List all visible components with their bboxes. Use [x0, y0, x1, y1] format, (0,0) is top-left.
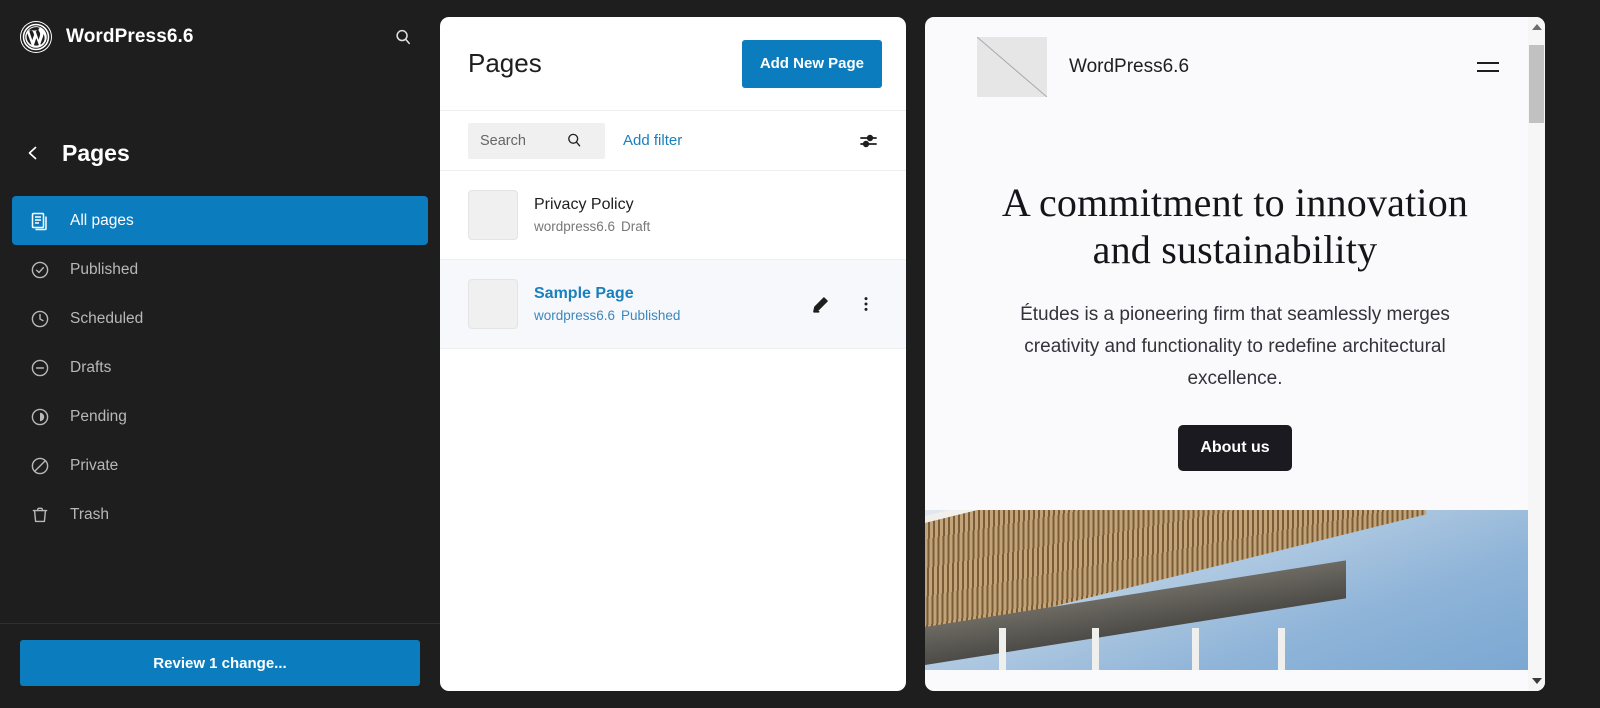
check-circle-icon: [28, 258, 52, 282]
preview-content: A commitment to innovation and sustainab…: [925, 179, 1545, 471]
status-badge: Published: [621, 308, 681, 323]
support-post: [1092, 627, 1100, 670]
search-icon: [566, 132, 583, 149]
sidebar: WordPress6.6 Pages All pages Published S…: [0, 0, 440, 708]
sidebar-item-label: Drafts: [70, 358, 112, 376]
search-input[interactable]: [480, 132, 566, 149]
kebab-menu-icon[interactable]: [854, 292, 878, 316]
page-meta: wordpress6.6 Published: [534, 308, 792, 323]
sidebar-item-label: Scheduled: [70, 309, 144, 327]
pages-list: Privacy Policy wordpress6.6 Draft Sample …: [440, 170, 906, 691]
page-title: Pages: [62, 139, 130, 166]
page-site: wordpress6.6: [534, 308, 616, 323]
chevron-left-icon[interactable]: [20, 140, 46, 166]
scroll-up-arrow-icon[interactable]: [1528, 17, 1545, 37]
hamburger-menu-icon[interactable]: [1477, 52, 1507, 82]
sidebar-item-label: Pending: [70, 407, 127, 425]
scroll-down-arrow-icon[interactable]: [1528, 671, 1545, 691]
sidebar-nav: All pages Published Scheduled Drafts Pen…: [0, 188, 440, 623]
sidebar-item-label: Published: [70, 260, 139, 278]
sidebar-item-trash[interactable]: Trash: [12, 490, 428, 539]
pages-list-panel: Pages Add New Page Add filter Privacy Po…: [440, 17, 906, 691]
table-row[interactable]: Privacy Policy wordpress6.6 Draft: [440, 171, 906, 260]
hero-image: [925, 509, 1545, 670]
search-icon[interactable]: [388, 22, 418, 52]
sliders-icon[interactable]: [854, 126, 884, 156]
hero-heading: A commitment to innovation and sustainab…: [1001, 180, 1469, 273]
sidebar-item-label: Trash: [70, 505, 110, 523]
about-us-button[interactable]: About us: [1178, 424, 1292, 471]
page-thumbnail: [468, 190, 518, 240]
sidebar-item-label: Private: [70, 456, 119, 474]
broken-image-placeholder-icon: [977, 37, 1047, 97]
scrollbar-track[interactable]: [1528, 37, 1545, 671]
sidebar-item-private[interactable]: Private: [12, 441, 428, 490]
trash-icon: [28, 503, 52, 527]
page-title-link[interactable]: Sample Page: [534, 285, 792, 303]
clock-icon: [28, 307, 52, 331]
sidebar-item-drafts[interactable]: Drafts: [12, 343, 428, 392]
list-panel-title: Pages: [468, 48, 542, 78]
review-changes-button[interactable]: Review 1 change...: [20, 640, 420, 686]
page-title-link[interactable]: Privacy Policy: [534, 196, 886, 214]
preview-site-title: WordPress6.6: [1069, 56, 1190, 77]
page-site: wordpress6.6: [534, 219, 616, 234]
pencil-icon[interactable]: [808, 292, 832, 316]
sidebar-footer: Review 1 change...: [0, 623, 440, 708]
support-post: [999, 627, 1007, 670]
pages-icon: [28, 209, 52, 233]
support-post: [1191, 627, 1199, 670]
preview-site-header: WordPress6.6: [925, 17, 1545, 117]
hero-paragraph: Études is a pioneering firm that seamles…: [1020, 304, 1450, 389]
row-text: Privacy Policy wordpress6.6 Draft: [534, 196, 886, 234]
add-filter-button[interactable]: Add filter: [623, 132, 836, 149]
status-badge: Draft: [621, 219, 651, 234]
sidebar-item-scheduled[interactable]: Scheduled: [12, 294, 428, 343]
sidebar-item-published[interactable]: Published: [12, 245, 428, 294]
list-toolbar: Add filter: [440, 110, 906, 170]
row-actions: [808, 292, 886, 316]
page-thumbnail: [468, 279, 518, 329]
wordpress-logo-icon[interactable]: [20, 21, 52, 53]
add-new-page-button[interactable]: Add New Page: [741, 39, 882, 88]
search-field[interactable]: [468, 122, 605, 159]
support-post: [1278, 627, 1286, 670]
page-meta: wordpress6.6 Draft: [534, 219, 886, 234]
scrollbar-thumb[interactable]: [1529, 45, 1544, 123]
sidebar-header: WordPress6.6: [0, 0, 440, 74]
no-entry-icon: [28, 454, 52, 478]
site-preview-panel: WordPress6.6 A commitment to innovation …: [925, 17, 1545, 691]
sidebar-item-pending[interactable]: Pending: [12, 392, 428, 441]
sidebar-item-all-pages[interactable]: All pages: [12, 196, 428, 245]
pending-icon: [28, 405, 52, 429]
sidebar-site-title: WordPress6.6: [66, 26, 194, 47]
minus-circle-icon: [28, 356, 52, 380]
sidebar-item-label: All pages: [70, 211, 134, 229]
preview-scrollbar[interactable]: [1528, 17, 1545, 691]
row-text: Sample Page wordpress6.6 Published: [534, 285, 792, 323]
sidebar-section-header: Pages: [0, 118, 440, 188]
table-row[interactable]: Sample Page wordpress6.6 Published: [440, 260, 906, 349]
list-panel-header: Pages Add New Page: [440, 17, 906, 110]
